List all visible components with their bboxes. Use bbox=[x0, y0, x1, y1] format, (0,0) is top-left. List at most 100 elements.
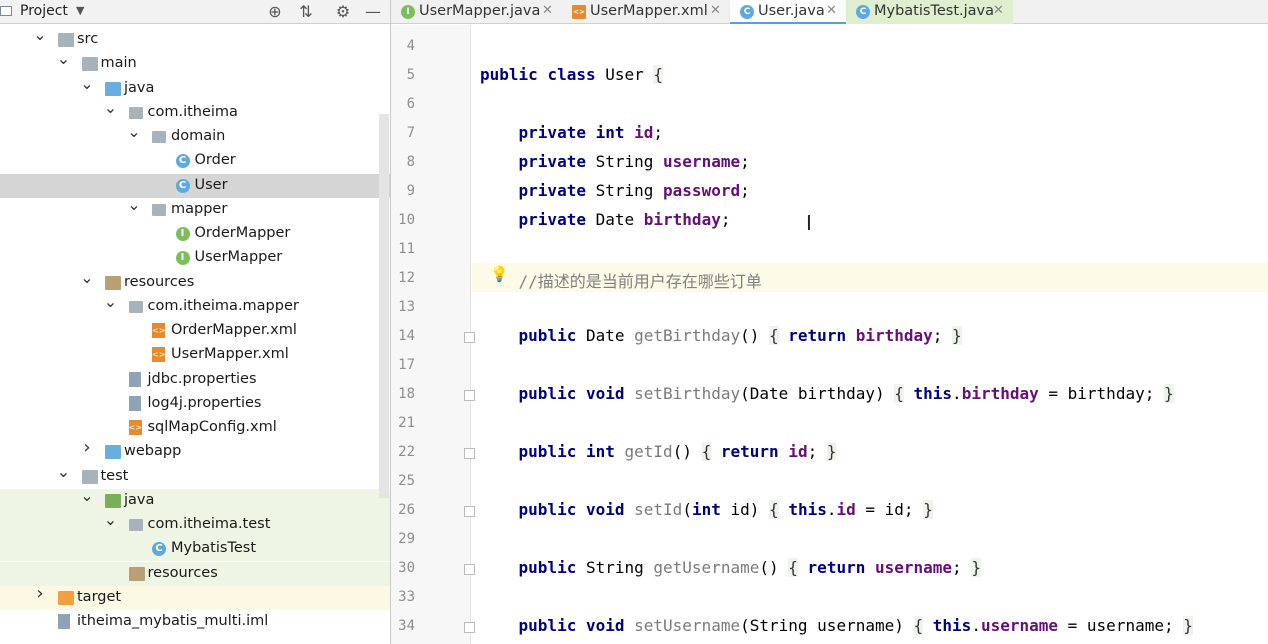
code-line[interactable]: public void setUsername(String username)… bbox=[480, 616, 1193, 635]
folder-icon bbox=[81, 469, 98, 484]
tree-item[interactable]: › target bbox=[0, 584, 390, 610]
code-line[interactable]: public String getUsername() { return use… bbox=[480, 558, 981, 577]
tree-item[interactable]: resources bbox=[0, 561, 390, 586]
code-line[interactable]: private String password; bbox=[480, 181, 750, 200]
chevron-down-icon[interactable]: ⌄ bbox=[127, 196, 141, 212]
editor-tab[interactable]: I UserMapper.java ✕ bbox=[391, 0, 562, 24]
tree-item-label: MybatisTest bbox=[171, 540, 257, 557]
chevron-down-icon[interactable]: ▼ bbox=[76, 4, 84, 17]
tree-item-label: sqlMapConfig.xml bbox=[147, 419, 277, 435]
tree-item[interactable]: ⌄ com.itheima.mapper bbox=[0, 293, 390, 319]
tree-item-label: resources bbox=[124, 273, 195, 290]
tree-item-label: resources bbox=[147, 564, 218, 581]
package-icon bbox=[128, 519, 143, 531]
xml-file-icon: <> bbox=[152, 323, 165, 338]
tree-item[interactable]: I UserMapper bbox=[0, 246, 390, 270]
test-class-icon: C bbox=[152, 542, 166, 557]
project-panel-title[interactable]: Project bbox=[20, 3, 68, 19]
tree-item[interactable]: ⌄ test bbox=[0, 463, 390, 489]
code-line[interactable]: public class User { bbox=[480, 65, 664, 84]
tree-item[interactable]: jdbc.properties bbox=[0, 368, 390, 392]
code-line[interactable]: private String username; bbox=[480, 152, 750, 171]
chevron-down-icon[interactable]: ⌄ bbox=[127, 124, 141, 140]
chevron-down-icon[interactable]: ⌄ bbox=[80, 269, 94, 285]
class-icon: C bbox=[856, 5, 870, 19]
tree-item-label: mapper bbox=[171, 200, 228, 217]
tree-item-label: webapp bbox=[124, 443, 182, 460]
collapse-all-icon[interactable]: ⇅ bbox=[295, 1, 317, 23]
editor-tab[interactable]: <> UserMapper.xml ✕ bbox=[562, 0, 730, 24]
tree-item[interactable]: <> UserMapper.xml bbox=[0, 343, 390, 367]
chevron-right-icon[interactable]: › bbox=[33, 584, 47, 602]
tree-item-label: Order bbox=[194, 152, 236, 169]
chevron-down-icon[interactable]: ⌄ bbox=[57, 51, 71, 67]
line-number: 12 bbox=[398, 270, 415, 286]
tree-scrollbar[interactable] bbox=[379, 114, 389, 498]
line-number: 5 bbox=[406, 67, 415, 83]
code-line[interactable]: public int getId() { return id; } bbox=[480, 442, 837, 461]
code-editor[interactable]: public class User { private int id; priv… bbox=[472, 25, 1268, 644]
tree-item[interactable]: ⌄ java bbox=[0, 487, 390, 513]
line-number: 18 bbox=[398, 386, 415, 402]
tree-item[interactable]: ⌄ main bbox=[0, 51, 390, 76]
code-line[interactable]: public void setBirthday(Date birthday) {… bbox=[480, 384, 1174, 403]
code-line[interactable]: private Date birthday; bbox=[480, 210, 731, 229]
editor-tab-label: UserMapper.java bbox=[419, 3, 541, 19]
class-icon: C bbox=[175, 154, 190, 169]
project-icon bbox=[0, 6, 12, 16]
tree-item-label: UserMapper bbox=[194, 249, 283, 266]
chevron-down-icon[interactable]: ⌄ bbox=[104, 512, 118, 528]
tree-item[interactable]: C MybatisTest bbox=[0, 537, 390, 562]
chevron-down-icon[interactable]: ⌄ bbox=[33, 27, 47, 43]
chevron-down-icon[interactable]: ⌄ bbox=[80, 487, 94, 503]
tree-item[interactable]: <> sqlMapConfig.xml bbox=[0, 416, 390, 440]
tree-item[interactable]: <> OrderMapper.xml bbox=[0, 319, 390, 343]
folder-icon bbox=[58, 33, 74, 47]
tree-item[interactable]: itheima_mybatis_multi.iml bbox=[0, 610, 390, 634]
tree-item[interactable]: ⌄ domain bbox=[0, 124, 390, 149]
module-file-icon bbox=[58, 614, 70, 629]
line-number: 29 bbox=[398, 531, 415, 547]
tree-item[interactable]: C User bbox=[0, 173, 390, 198]
folder-icon bbox=[81, 57, 98, 72]
resources-folder-icon bbox=[105, 275, 121, 290]
line-number: 4 bbox=[406, 38, 415, 54]
line-number: 22 bbox=[398, 444, 415, 460]
tree-item[interactable]: ⌄ java bbox=[0, 75, 390, 101]
minimize-icon[interactable]: — bbox=[362, 1, 384, 23]
source-folder-icon bbox=[105, 81, 121, 96]
code-line[interactable]: //描述的是当前用户存在哪些订单 bbox=[480, 268, 762, 292]
chevron-down-icon[interactable]: ⌄ bbox=[57, 463, 71, 479]
tree-item-label: com.itheima.test bbox=[147, 516, 271, 532]
tree-item[interactable]: ⌄ resources bbox=[0, 269, 390, 295]
chevron-down-icon[interactable]: ⌄ bbox=[104, 99, 118, 115]
locate-icon[interactable]: ⊕ bbox=[264, 1, 286, 23]
tree-item-label: UserMapper.xml bbox=[171, 346, 289, 363]
code-line[interactable]: public void setId(int id) { this.id = id… bbox=[480, 500, 933, 519]
close-icon[interactable]: ✕ bbox=[710, 3, 721, 18]
close-icon[interactable]: ✕ bbox=[826, 3, 837, 18]
tree-item-label: test bbox=[100, 467, 129, 484]
properties-file-icon bbox=[128, 371, 141, 387]
tree-item[interactable]: log4j.properties bbox=[0, 392, 390, 416]
chevron-down-icon[interactable]: ⌄ bbox=[104, 293, 118, 309]
editor-tab[interactable]: C User.java ✕ bbox=[730, 0, 846, 24]
text-cursor-icon: I bbox=[806, 211, 812, 235]
tree-item[interactable]: ⌄ com.itheima.test bbox=[0, 512, 390, 537]
close-icon[interactable]: ✕ bbox=[542, 3, 553, 18]
tree-item[interactable]: ⌄ mapper bbox=[0, 196, 390, 222]
line-number: 8 bbox=[406, 154, 415, 170]
tree-item[interactable]: C Order bbox=[0, 149, 390, 173]
tree-item[interactable]: ⌄ com.itheima bbox=[0, 99, 390, 125]
editor-tab[interactable]: C MybatisTest.java ✕ bbox=[846, 0, 1013, 24]
code-line[interactable]: private int id; bbox=[480, 123, 664, 142]
code-line[interactable]: public Date getBirthday() { return birth… bbox=[480, 326, 962, 345]
chevron-right-icon[interactable]: › bbox=[80, 439, 94, 457]
tree-item[interactable]: I OrderMapper bbox=[0, 222, 390, 246]
tree-item-label: OrderMapper bbox=[194, 225, 291, 241]
tree-item-label: com.itheima bbox=[147, 103, 238, 120]
tree-item[interactable]: › webapp bbox=[0, 439, 390, 464]
gear-icon[interactable]: ⚙ bbox=[332, 1, 354, 23]
chevron-down-icon[interactable]: ⌄ bbox=[80, 75, 94, 91]
close-icon[interactable]: ✕ bbox=[993, 3, 1004, 18]
